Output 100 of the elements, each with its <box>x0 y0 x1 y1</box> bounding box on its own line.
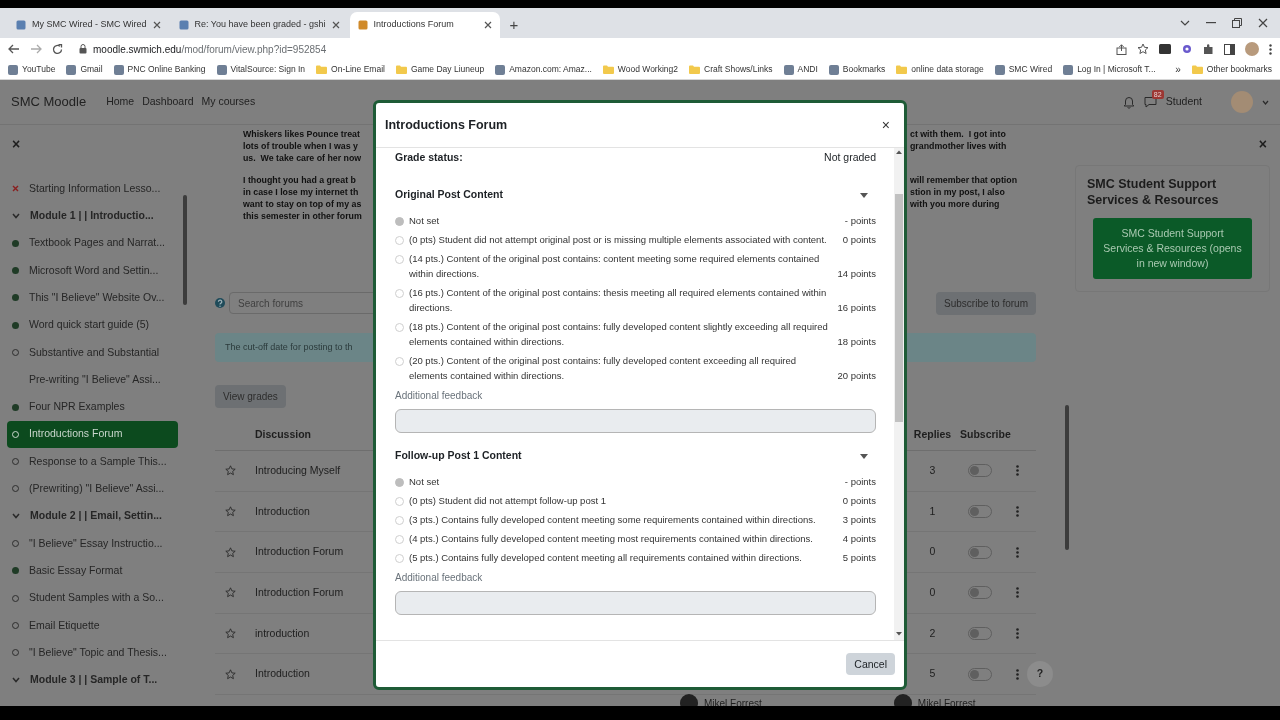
bookmark[interactable]: YouTube <box>8 63 56 76</box>
column-header: Subscribe <box>960 426 1010 442</box>
subscribe-button[interactable]: Subscribe to forum <box>936 291 1036 315</box>
author-name: Mikel Forrest <box>704 696 762 706</box>
bookmark[interactable]: Gmail <box>66 63 103 76</box>
points-text: - points <box>844 214 876 228</box>
option-label: (5 pts.) Contains fully developed content meeting all requirements contained within directions. <box>409 551 803 565</box>
discussion-link[interactable]: introduction <box>255 626 310 639</box>
view-grades-button[interactable]: View grades <box>215 385 286 408</box>
close-button[interactable]: × <box>881 114 890 136</box>
course-index-item[interactable]: Starting Information Lesso... <box>7 175 178 203</box>
support-link-button[interactable]: SMC Student Support Services & Resources (opens in new window) <box>1093 218 1252 279</box>
nav-link[interactable]: Dashboard <box>142 94 194 110</box>
field-label: Grade status: <box>395 150 463 166</box>
option-label: Not set <box>409 475 441 489</box>
bookmark[interactable]: Log In | Microsoft T... <box>1063 63 1156 76</box>
criterion-title: Follow-up Post 1 Content <box>395 448 522 464</box>
column-header: Replies <box>912 426 953 442</box>
post-text: I thought you had a great b in case I lose my internet th want to stay on top of my as this semester in other forum <box>243 174 363 222</box>
bookmark[interactable]: Bookmarks <box>828 63 886 76</box>
option-label: (4 pts.) Contains fully developed content meeting most requirements contained within directions. <box>409 532 814 546</box>
course-index-item[interactable]: Pre-writing "I Believe" Assi... <box>7 366 178 394</box>
course-index-item[interactable]: Introductions Forum <box>7 420 178 448</box>
bookmark[interactable]: VitalSource: Sign In <box>216 63 306 76</box>
close-button[interactable]: × <box>1258 133 1267 155</box>
course-index-item[interactable]: Module 3 | | Sample of T... <box>7 666 178 694</box>
bookmark[interactable]: Craft Shows/Links <box>689 63 773 76</box>
points-text: 0 points <box>842 233 876 247</box>
post-text: ct with them. I got into grandmother lives with <box>910 128 1007 153</box>
discussion-link[interactable]: Introduction Forum <box>255 545 344 558</box>
table-cell-text: 1 <box>928 503 937 519</box>
bookmark[interactable]: On-Line Email <box>316 63 385 76</box>
course-index-item[interactable]: Module 1 | | Introductio... <box>7 202 178 230</box>
bookmark[interactable]: Amazon.com: Amaz... <box>495 63 592 76</box>
browser-tab[interactable]: Introductions Forum <box>349 12 500 38</box>
bookmark[interactable]: SMC Wired <box>994 63 1053 76</box>
option-label: (16 pts.) Content of the original post contains: thesis meeting all required elements contained within directions. <box>409 286 828 315</box>
cancel-button[interactable]: Cancel <box>846 653 895 675</box>
field-label: Additional feedback <box>395 389 484 403</box>
bookmark[interactable]: Wood Working2 <box>602 63 679 76</box>
author-name: Mikel Forrest <box>917 696 976 706</box>
discussion-link[interactable]: Introducing Myself <box>255 463 341 476</box>
bookmark[interactable]: online data storage <box>896 63 984 76</box>
nav-link[interactable]: Home <box>106 94 135 110</box>
option-label: (3 pts.) Contains fully developed content meeting some requirements contained within directions. <box>409 513 817 527</box>
points-text: - points <box>844 475 876 489</box>
criterion-title: Original Post Content <box>395 187 503 203</box>
status-text: Not graded <box>824 150 876 166</box>
points-text: 18 points <box>837 335 876 349</box>
course-index-item[interactable]: Substantive and Substantial <box>7 338 178 367</box>
option-label: (0 pts) Student did not attempt original post or is missing multiple elements associated with content. <box>409 233 828 247</box>
new-tab-button[interactable]: + <box>501 12 527 38</box>
points-text: 4 points <box>842 532 876 546</box>
browser-tab[interactable]: Re: You have been graded - gshi <box>170 12 348 38</box>
course-index-item[interactable]: Microsoft Word and Settin... <box>7 256 178 285</box>
user-name[interactable]: Student <box>1165 94 1202 110</box>
bookmark[interactable]: Game Day Liuneup <box>395 63 485 76</box>
browser-tab[interactable]: My SMC Wired - SMC Wired <box>8 12 169 38</box>
course-index-item[interactable]: "I Believe" Essay Instructio... <box>7 529 178 558</box>
points-text: 0 points <box>842 494 876 508</box>
discussion-link[interactable]: Introduction <box>255 504 310 517</box>
discussion-link[interactable]: Introduction Forum <box>255 586 344 599</box>
post-text: Whiskers likes Pounce treat lots of trouble when I was y us. We take care of her now <box>243 128 363 164</box>
discussion-link[interactable]: Introduction <box>255 667 310 680</box>
points-text: 5 points <box>842 551 876 565</box>
nav-link[interactable]: My courses <box>201 94 256 110</box>
post-text: will remember that option stion in my post, I also with you more during <box>910 174 1018 211</box>
points-text: 20 points <box>837 369 876 383</box>
course-index-item[interactable]: (Prewriting) "I Believe" Assi... <box>7 475 178 503</box>
option-label: (14 pts.) Content of the original post contains: content meeting some required elements contained within directions. <box>409 252 821 281</box>
field-label: Additional feedback <box>395 571 484 585</box>
course-index-item[interactable]: Response to a Sample This... <box>7 447 178 476</box>
bookmark[interactable]: ANDI <box>783 63 818 76</box>
course-index-item[interactable]: Email Etiquette <box>7 611 178 640</box>
bookmark[interactable]: Other bookmarks <box>1191 63 1272 76</box>
table-cell-text: 0 <box>928 585 937 601</box>
course-index-item[interactable]: Module 2 | | Email, Settin... <box>7 502 178 530</box>
table-cell-text: 3 <box>928 462 937 478</box>
course-index-item[interactable]: Basic Essay Format <box>7 557 178 585</box>
course-index-item[interactable]: Textbook Pages and Narrat... <box>7 229 178 257</box>
course-index-item[interactable]: Four NPR Examples <box>7 393 178 421</box>
close-button[interactable]: × <box>12 133 21 155</box>
more-bookmarks-button[interactable]: » <box>1175 62 1181 77</box>
table-cell-text: 5 <box>928 666 937 682</box>
points-text: 16 points <box>837 301 876 315</box>
course-index-item[interactable]: Student Samples with a So... <box>7 584 178 612</box>
option-label: (0 pts) Student did not attempt follow-up post 1 <box>409 494 607 508</box>
option-label: Not set <box>409 214 441 228</box>
points-text: 3 points <box>842 513 876 527</box>
block-title: SMC Student Support Services & Resources <box>1087 176 1220 208</box>
points-text: 14 points <box>837 267 876 281</box>
bookmark[interactable]: PNC Online Banking <box>113 63 206 76</box>
course-index-item[interactable]: Word quick start guide (5) <box>7 311 178 339</box>
course-index-item[interactable]: "I Believe" Topic and Thesis... <box>7 639 178 667</box>
site-name[interactable]: SMC Moodle <box>11 92 87 112</box>
table-cell-text: 0 <box>928 544 937 560</box>
course-index-item[interactable]: This "I Believe" Website Ov... <box>7 284 178 312</box>
table-cell-text: 2 <box>928 625 937 641</box>
modal-title: Introductions Forum <box>385 116 508 134</box>
column-header: Discussion <box>254 426 313 442</box>
